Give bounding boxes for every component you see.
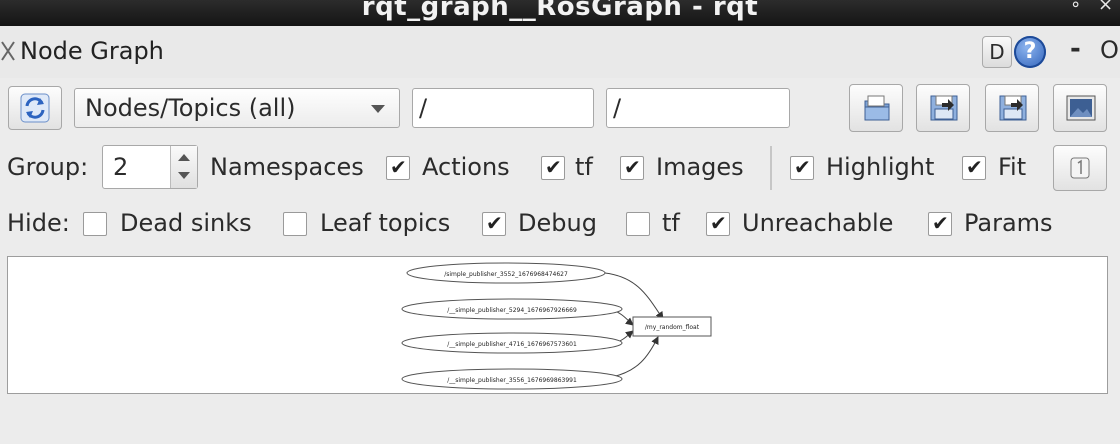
save-dot-icon [930, 95, 958, 121]
fit-in-view-button[interactable] [1053, 145, 1107, 191]
graph-view: /simple_publisher_3552_1676968474627 /__… [401, 262, 712, 390]
dead-sinks-checkbox[interactable] [83, 212, 107, 236]
hide-tf-label: tf [662, 209, 680, 237]
fit-in-view-icon [1070, 157, 1090, 179]
images-checkbox[interactable] [620, 155, 644, 180]
graph-topic-label: /my_random_float [645, 324, 700, 331]
leaf-topics-checkbox[interactable] [283, 212, 307, 236]
debug-checkbox[interactable] [482, 211, 506, 236]
window-titlebar: rqt_graph__RosGraph - rqt ∘ × [0, 0, 1120, 26]
save-dot-button[interactable] [916, 84, 970, 132]
leaf-topics-label: Leaf topics [320, 209, 451, 237]
images-label: Images [656, 153, 744, 181]
chevron-up-icon [178, 154, 190, 161]
group-value: 2 [113, 153, 129, 181]
actions-label: Actions [422, 153, 510, 181]
params-label: Params [964, 209, 1053, 237]
graph-node-label: /__simple_publisher_5294_1676967926669 [447, 307, 577, 314]
chevron-down-icon [178, 172, 190, 179]
group-spinbox[interactable]: 2 [102, 145, 198, 189]
save-image-icon [1066, 95, 1096, 121]
tf-checkbox[interactable] [541, 155, 565, 180]
debug-label: Debug [518, 209, 597, 237]
dead-sinks-label: Dead sinks [120, 209, 252, 237]
group-label: Group: [7, 153, 89, 181]
dock-button[interactable]: D [982, 36, 1012, 68]
load-dot-icon [864, 95, 890, 121]
save-image-button[interactable] [1053, 84, 1107, 132]
load-dot-button[interactable] [849, 84, 903, 132]
fit-label: Fit [998, 153, 1027, 181]
graph-node-label: /__simple_publisher_4716_1676967573601 [447, 341, 577, 348]
graph-canvas[interactable]: /simple_publisher_3552_1676968474627 /__… [7, 256, 1108, 394]
unreachable-label: Unreachable [742, 209, 894, 237]
plugin-icon [1, 41, 15, 61]
topic-filter-input[interactable]: / [606, 88, 790, 128]
hide-tf-checkbox[interactable] [626, 212, 650, 236]
tf-label: tf [575, 153, 593, 181]
window-title: rqt_graph__RosGraph - rqt [361, 0, 759, 22]
plugin-title: Node Graph [20, 37, 164, 65]
minimize-button[interactable]: - [1070, 34, 1081, 64]
chevron-down-icon [371, 105, 385, 113]
refresh-button[interactable] [8, 86, 62, 130]
highlight-label: Highlight [826, 153, 935, 181]
help-button[interactable]: ? [1014, 36, 1046, 68]
window-close-button[interactable]: × [1098, 0, 1113, 15]
save-svg-button[interactable] [985, 84, 1039, 132]
graph-mode-value: Nodes/Topics (all) [85, 94, 296, 122]
close-plugin-button[interactable]: O [1100, 36, 1119, 64]
hide-label: Hide: [7, 209, 70, 237]
highlight-checkbox[interactable] [790, 155, 814, 180]
plugin-header: Node Graph D ? - O [0, 26, 1120, 78]
namespaces-label: Namespaces [210, 153, 364, 181]
graph-mode-dropdown[interactable]: Nodes/Topics (all) [74, 88, 400, 128]
unreachable-checkbox[interactable] [706, 211, 730, 236]
window-options-button[interactable]: ∘ [1070, 0, 1081, 15]
fit-checkbox[interactable] [962, 155, 986, 180]
namespaces-checkbox[interactable] [386, 155, 410, 180]
graph-node-label: /simple_publisher_3552_1676968474627 [444, 271, 568, 278]
node-filter-input[interactable]: / [412, 88, 594, 128]
refresh-icon [20, 93, 50, 123]
save-svg-icon [999, 95, 1027, 121]
params-checkbox[interactable] [928, 211, 952, 236]
group-stepper[interactable] [170, 146, 197, 188]
graph-node-label: /__simple_publisher_3556_1676969863991 [447, 377, 577, 384]
toolbar-separator [770, 146, 772, 190]
